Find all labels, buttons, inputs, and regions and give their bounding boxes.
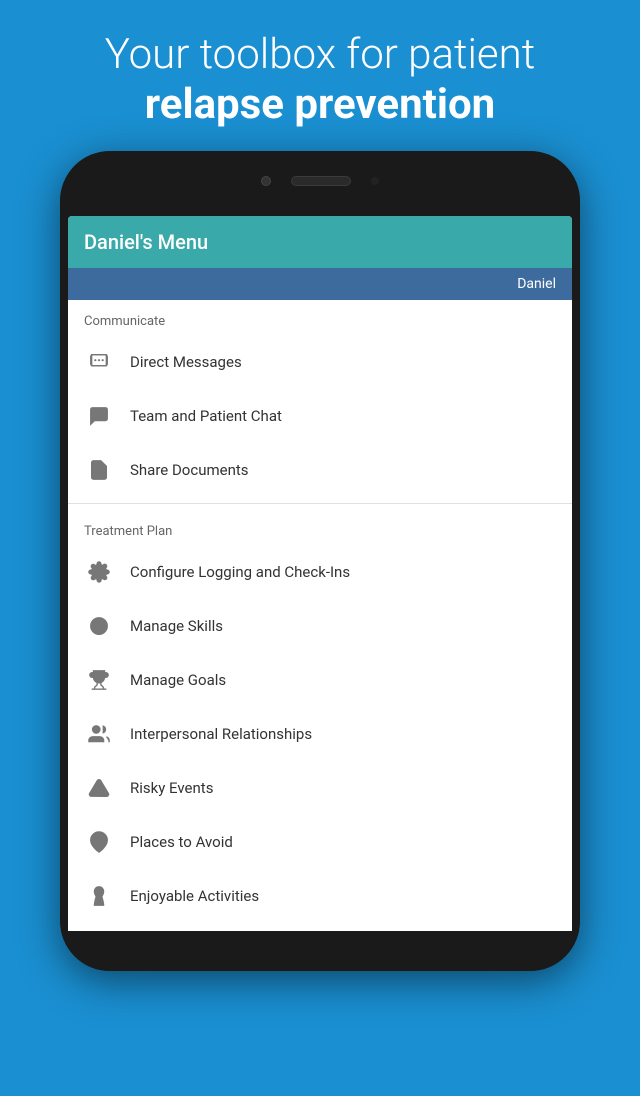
manage-goals-label: Manage Goals bbox=[130, 671, 226, 689]
manage-skills-label: Manage Skills bbox=[130, 617, 223, 635]
team-patient-chat-icon bbox=[84, 401, 114, 431]
risky-events-icon bbox=[84, 773, 114, 803]
hero-title-line2: relapse prevention bbox=[40, 80, 600, 130]
direct-messages-icon bbox=[84, 347, 114, 377]
direct-messages-label: Direct Messages bbox=[130, 353, 242, 371]
phone-speaker bbox=[291, 176, 351, 186]
menu-item-risky-events[interactable]: Risky Events bbox=[68, 761, 572, 815]
menu-item-direct-messages[interactable]: Direct Messages bbox=[68, 335, 572, 389]
app-header-title: Daniel's Menu bbox=[84, 230, 556, 254]
manage-goals-icon bbox=[84, 665, 114, 695]
phone-device: Daniel's Menu Daniel Communicate bbox=[60, 151, 580, 971]
section-divider bbox=[68, 503, 572, 504]
share-documents-icon bbox=[84, 455, 114, 485]
interpersonal-relationships-label: Interpersonal Relationships bbox=[130, 725, 312, 743]
phone-light bbox=[371, 177, 379, 185]
risky-events-label: Risky Events bbox=[130, 779, 213, 797]
communicate-section: Communicate D bbox=[68, 300, 572, 497]
hero-header: Your toolbox for patient relapse prevent… bbox=[0, 0, 640, 151]
menu-item-configure-logging[interactable]: Configure Logging and Check-Ins bbox=[68, 545, 572, 599]
app-subheader: Daniel bbox=[68, 268, 572, 300]
places-to-avoid-label: Places to Avoid bbox=[130, 833, 233, 851]
phone-screen: Daniel's Menu Daniel Communicate bbox=[68, 216, 572, 941]
configure-logging-label: Configure Logging and Check-Ins bbox=[130, 563, 350, 581]
hero-title-line1: Your toolbox for patient bbox=[40, 30, 600, 80]
hero-bold: relapse prevention bbox=[145, 80, 495, 129]
app-header: Daniel's Menu bbox=[68, 216, 572, 268]
enjoyable-activities-icon bbox=[84, 881, 114, 911]
phone-top-bar bbox=[60, 151, 580, 211]
phone-container: Daniel's Menu Daniel Communicate bbox=[0, 151, 640, 971]
menu-item-share-documents[interactable]: Share Documents bbox=[68, 443, 572, 497]
menu-item-enjoyable-activities[interactable]: Enjoyable Activities bbox=[68, 869, 572, 923]
menu-item-interpersonal-relationships[interactable]: Interpersonal Relationships bbox=[68, 707, 572, 761]
team-patient-chat-label: Team and Patient Chat bbox=[130, 407, 282, 425]
page-background: Your toolbox for patient relapse prevent… bbox=[0, 0, 640, 1096]
communicate-section-label: Communicate bbox=[68, 300, 572, 335]
menu-item-manage-skills[interactable]: Manage Skills bbox=[68, 599, 572, 653]
phone-bottom-bar bbox=[60, 931, 580, 971]
treatment-plan-section-label: Treatment Plan bbox=[68, 510, 572, 545]
username-label: Daniel bbox=[517, 276, 556, 292]
places-to-avoid-icon bbox=[84, 827, 114, 857]
treatment-plan-section: Treatment Plan Configure Logging and Che… bbox=[68, 510, 572, 941]
interpersonal-relationships-icon bbox=[84, 719, 114, 749]
enjoyable-activities-label: Enjoyable Activities bbox=[130, 887, 259, 905]
configure-logging-icon bbox=[84, 557, 114, 587]
manage-skills-icon bbox=[84, 611, 114, 641]
menu-item-manage-goals[interactable]: Manage Goals bbox=[68, 653, 572, 707]
share-documents-label: Share Documents bbox=[130, 461, 249, 479]
phone-camera bbox=[261, 176, 271, 186]
menu-item-places-to-avoid[interactable]: Places to Avoid bbox=[68, 815, 572, 869]
menu-item-team-patient-chat[interactable]: Team and Patient Chat bbox=[68, 389, 572, 443]
menu-content: Communicate D bbox=[68, 300, 572, 941]
